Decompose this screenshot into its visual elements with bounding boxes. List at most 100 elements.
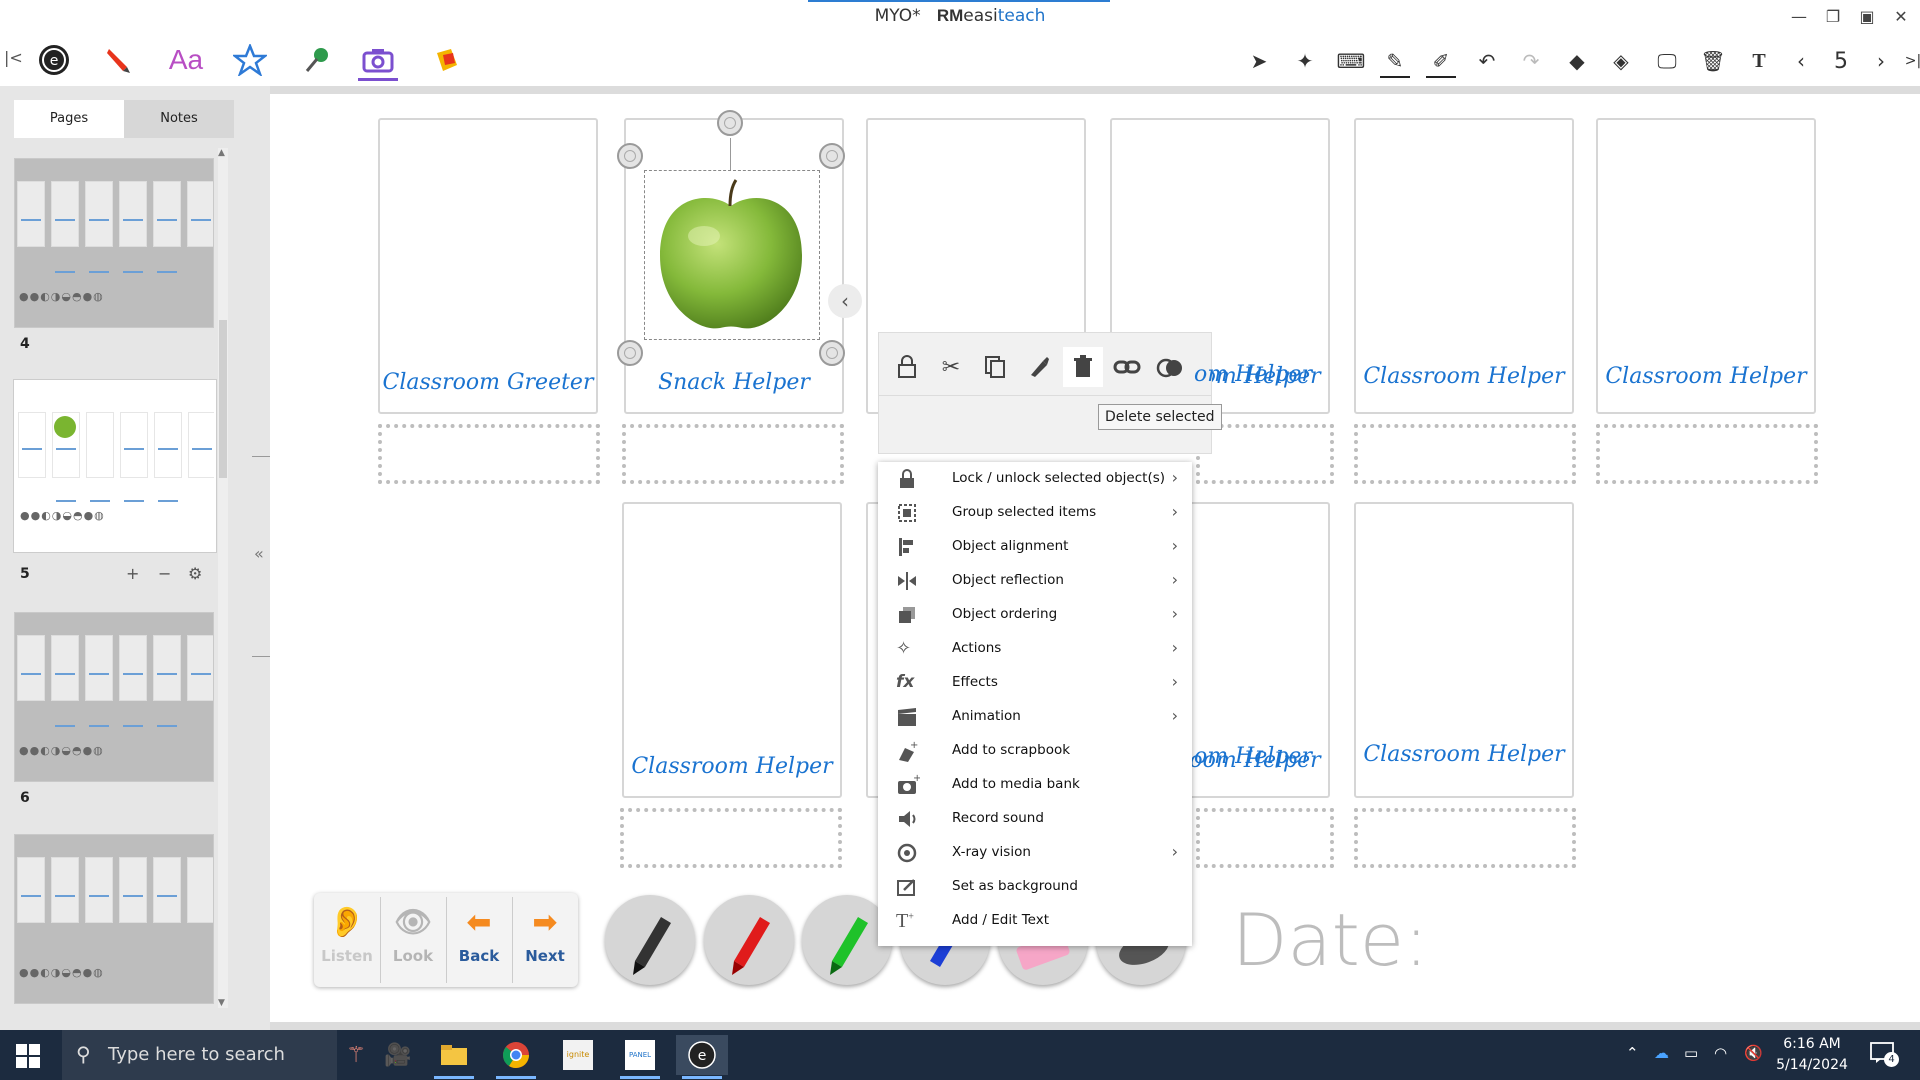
red-marker-button[interactable] — [704, 895, 794, 985]
panel-splitter[interactable]: « — [252, 86, 270, 1030]
page-thumbnail-7[interactable]: ●●◐◑◒◓●◍ — [14, 834, 214, 1004]
name-drop-zone[interactable] — [620, 808, 842, 868]
copy-icon[interactable] — [975, 347, 1015, 387]
resize-handle-bottom-left[interactable] — [617, 340, 643, 366]
ignite-app-icon[interactable]: ignite — [552, 1035, 604, 1075]
trash-icon[interactable]: 🗑 — [1698, 46, 1728, 76]
role-card[interactable]: Classroom Helper — [1354, 502, 1574, 798]
scroll-up-icon[interactable]: ▲ — [218, 148, 225, 158]
menu-item-edit-text[interactable]: T+ Add / Edit Text — [878, 904, 1192, 938]
easiteach-taskbar-icon[interactable]: e — [676, 1035, 728, 1079]
menu-item-set-background[interactable]: Set as background — [878, 870, 1192, 904]
menu-item-group[interactable]: Group selected items › — [878, 496, 1192, 530]
previous-page-icon[interactable]: ‹ — [1786, 46, 1816, 76]
page-list-scroll-thumb[interactable] — [219, 320, 227, 478]
toggle-icon[interactable] — [1151, 347, 1191, 387]
name-drop-zone[interactable] — [1354, 424, 1576, 484]
close-button[interactable]: ✕ — [1886, 6, 1916, 28]
role-card[interactable]: Classroom Helper — [1354, 118, 1574, 414]
select-arrow-icon[interactable]: ➤ — [1244, 46, 1274, 76]
scroll-down-icon[interactable]: ▼ — [218, 998, 225, 1008]
menu-item-animation[interactable]: Animation › — [878, 700, 1192, 734]
name-drop-zone[interactable] — [1196, 424, 1334, 484]
panel-app-icon[interactable]: PANEL — [614, 1035, 666, 1079]
back-button[interactable]: ⬅ Back — [446, 893, 512, 987]
name-drop-zone[interactable] — [1196, 808, 1334, 868]
media-app-icon[interactable]: 🎥 — [372, 1035, 424, 1075]
name-drop-zone[interactable] — [378, 424, 600, 484]
cut-icon[interactable]: ✂ — [931, 347, 971, 387]
extras-tool-icon[interactable] — [426, 42, 466, 78]
restore-button[interactable]: ❐ — [1818, 6, 1848, 28]
paste-icon[interactable] — [1019, 347, 1059, 387]
erase-all-icon[interactable]: ◈ — [1606, 46, 1636, 76]
listen-button[interactable]: 👂 Listen — [314, 893, 380, 987]
pen-icon[interactable]: ✎ — [1380, 46, 1410, 78]
collapse-menu-chevron-icon[interactable]: ‹ — [828, 284, 862, 318]
text-format-icon[interactable]: T — [1744, 46, 1774, 76]
wifi-icon[interactable]: ◠ — [1714, 1044, 1727, 1062]
notifications-button[interactable]: 4 — [1870, 1042, 1899, 1068]
next-button[interactable]: ➡ Next — [512, 893, 578, 987]
menu-item-effects[interactable]: fx Effects › — [878, 666, 1192, 700]
fullscreen-button[interactable]: ▣ — [1852, 6, 1882, 28]
keyboard-icon[interactable]: ⌨ — [1336, 46, 1366, 76]
apple-image[interactable] — [650, 176, 812, 334]
media-tool-icon[interactable] — [358, 42, 398, 81]
collapse-toolbar-icon[interactable]: |< — [4, 48, 23, 67]
battery-icon[interactable]: ▭ — [1684, 1044, 1698, 1062]
menu-item-alignment[interactable]: Object alignment › — [878, 530, 1192, 564]
rotate-handle[interactable] — [717, 110, 743, 136]
name-drop-zone[interactable] — [1354, 808, 1576, 868]
minimize-button[interactable]: — — [1784, 6, 1814, 28]
text-tool-icon[interactable]: Aa — [166, 42, 206, 78]
show-hidden-icons-icon[interactable]: ⌃ — [1626, 1044, 1639, 1062]
role-card[interactable]: Classroom Helper — [1596, 118, 1816, 414]
delete-icon[interactable] — [1063, 347, 1103, 387]
black-marker-button[interactable] — [605, 895, 695, 985]
lock-icon[interactable] — [887, 347, 927, 387]
file-explorer-icon[interactable] — [428, 1035, 480, 1079]
activities-tool-icon[interactable] — [298, 42, 338, 78]
menu-item-reflection[interactable]: Object reflection › — [878, 564, 1192, 598]
next-page-icon[interactable]: › — [1866, 46, 1896, 76]
onedrive-icon[interactable]: ☁ — [1654, 1044, 1669, 1062]
menu-item-xray[interactable]: X-ray vision › — [878, 836, 1192, 870]
taskbar-clock[interactable]: 6:16 AM 5/14/2024 — [1772, 1034, 1852, 1076]
add-page-button[interactable]: + — [126, 564, 139, 583]
page-settings-button[interactable]: ⚙ — [188, 564, 202, 583]
resize-handle-bottom-right[interactable] — [819, 340, 845, 366]
name-drop-zone[interactable] — [622, 424, 844, 484]
undo-icon[interactable]: ↶ — [1472, 46, 1502, 76]
menu-item-ordering[interactable]: Object ordering › — [878, 598, 1192, 632]
menu-item-lock[interactable]: Lock / unlock selected object(s) › — [878, 462, 1192, 496]
menu-item-record-sound[interactable]: Record sound — [878, 802, 1192, 836]
menu-item-scrapbook[interactable]: + Add to scrapbook — [878, 734, 1192, 768]
look-button[interactable]: 👁 Look — [380, 893, 446, 987]
magic-select-icon[interactable]: ✦ — [1290, 46, 1320, 76]
search-placeholder[interactable]: Type here to search — [108, 1044, 285, 1065]
windows-start-icon[interactable] — [14, 1042, 42, 1070]
page-list-scrollbar[interactable] — [218, 148, 228, 1008]
role-card[interactable]: Classroom Greeter — [378, 118, 598, 414]
name-drop-zone[interactable] — [1596, 424, 1818, 484]
link-icon[interactable] — [1107, 347, 1147, 387]
menu-item-actions[interactable]: ✧ Actions › — [878, 632, 1192, 666]
page-thumbnail-6[interactable]: ●●◐◑◒◓●◍ — [14, 612, 214, 782]
role-card[interactable]: Classroom Helper — [622, 502, 842, 798]
tab-pages[interactable]: Pages — [14, 100, 124, 138]
page-thumbnail-4[interactable]: ●●◐◑◒◓●◍ — [14, 158, 214, 328]
toolbar-end-icon[interactable]: >| — [1898, 46, 1920, 76]
remove-page-button[interactable]: − — [158, 564, 171, 583]
volume-muted-icon[interactable]: 🔇 — [1744, 1044, 1763, 1062]
easiteach-logo-icon[interactable]: e — [34, 42, 74, 78]
redo-icon[interactable]: ↷ — [1516, 46, 1546, 76]
shapes-tool-icon[interactable] — [230, 42, 270, 78]
pen-tool-icon[interactable] — [98, 42, 138, 78]
tab-notes[interactable]: Notes — [124, 100, 234, 138]
screen-icon[interactable]: 🖵 — [1652, 46, 1682, 76]
highlighter-icon[interactable]: ✐ — [1426, 46, 1456, 78]
menu-item-media-bank[interactable]: + Add to media bank — [878, 768, 1192, 802]
eraser-icon[interactable]: ◆ — [1562, 46, 1592, 76]
collapse-panel-icon[interactable]: « — [254, 544, 264, 563]
